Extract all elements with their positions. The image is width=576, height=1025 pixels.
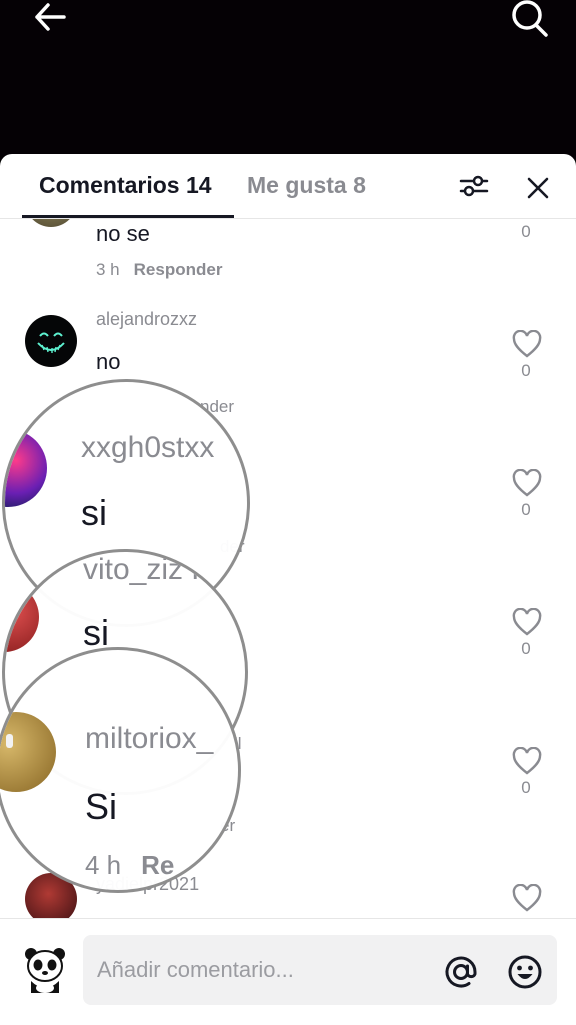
emoji-icon [508, 955, 542, 989]
like-count: 0 [521, 639, 531, 658]
like-count: 0 [521, 500, 531, 519]
heart-icon[interactable] [512, 884, 542, 912]
avatar [0, 712, 56, 792]
comment-username[interactable]: alejandrozxz [96, 309, 197, 330]
sliders-icon [459, 175, 489, 197]
active-tab-indicator [22, 215, 234, 218]
at-icon [445, 956, 477, 988]
avatar[interactable] [23, 945, 67, 995]
comment-time: 4 h [85, 850, 122, 880]
reply-button: Re [141, 850, 175, 880]
comment-meta: 4 h Re [85, 850, 174, 881]
video-area [0, 0, 576, 160]
back-button[interactable] [28, 0, 72, 34]
reply-button[interactable]: Responder [134, 260, 223, 279]
grin-face-icon [37, 332, 65, 353]
search-button[interactable] [506, 0, 554, 38]
mention-button[interactable] [441, 953, 481, 991]
comment-text: no [96, 349, 121, 374]
avatar [5, 582, 39, 652]
search-icon [512, 0, 548, 37]
avatar[interactable] [25, 315, 77, 367]
comment-input[interactable]: Añadir comentario... [83, 935, 557, 1005]
avatar-detail [6, 734, 13, 748]
comment-username: vito_ziz R [83, 553, 214, 586]
like-count: 0 [521, 778, 531, 797]
emoji-button[interactable] [505, 953, 545, 991]
magnifier-overlay: miltoriox_ Si 4 h Re [0, 647, 241, 893]
comment-username: xxgh0stxx [81, 431, 215, 464]
comment-meta: 3 h Responder [96, 260, 222, 280]
like-count: 0 [521, 222, 531, 241]
close-button[interactable] [522, 172, 554, 204]
comment-input-bar: Añadir comentario... [0, 918, 576, 1025]
comments-tabs: Comentarios 14 Me gusta 8 [0, 154, 576, 219]
tab-comments[interactable]: Comentarios 14 [39, 172, 212, 199]
heart-icon[interactable] [512, 608, 542, 636]
close-icon [527, 177, 549, 199]
tab-likes[interactable]: Me gusta 8 [247, 172, 366, 199]
comment-item: no se 3 h Responder 0 [0, 219, 576, 309]
comment-text: si [81, 492, 107, 533]
avatar [5, 429, 47, 507]
comment-username: miltoriox_ [85, 722, 214, 755]
comments-sheet: Comentarios 14 Me gusta 8 no se 3 h Respo… [0, 154, 576, 1024]
arrow-left-icon [35, 3, 66, 31]
heart-icon[interactable] [512, 469, 542, 497]
filter-button[interactable] [456, 170, 492, 202]
comment-input-placeholder: Añadir comentario... [97, 957, 294, 982]
comment-text: no se [96, 221, 150, 246]
comment-list[interactable]: no se 3 h Responder 0 alejandrozxz no 0 [0, 219, 576, 919]
heart-icon[interactable] [512, 747, 542, 775]
comment-time: 3 h [96, 260, 120, 279]
panda-icon [25, 948, 65, 993]
avatar[interactable] [25, 219, 77, 227]
heart-icon[interactable] [512, 330, 542, 358]
like-count: 0 [521, 361, 531, 380]
comment-text: Si [85, 786, 118, 827]
